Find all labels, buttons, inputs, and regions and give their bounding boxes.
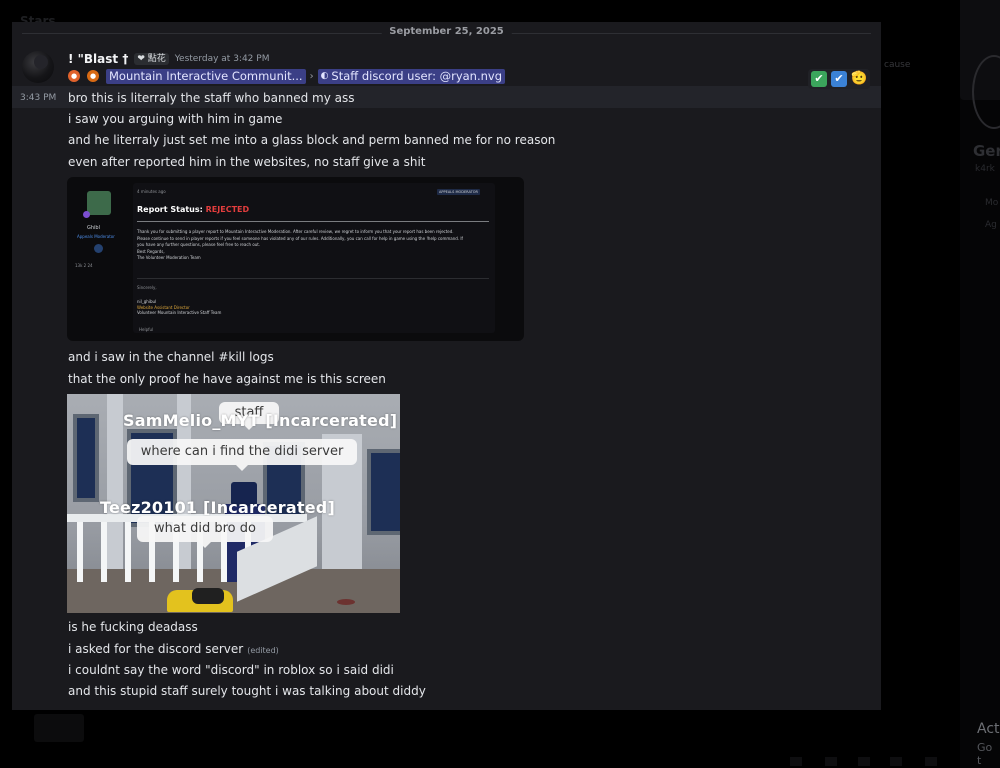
report-divider: [137, 221, 489, 222]
report-body-line: Thank you for submitting a player report…: [137, 229, 454, 234]
report-body-line: The Volunteer Moderation Team: [137, 255, 201, 260]
message-line: and he literraly just set me into a glas…: [68, 133, 556, 147]
status-dot: [83, 211, 90, 218]
character-hair: [192, 588, 224, 604]
author-clan-tag[interactable]: ❤ 點花: [134, 53, 169, 65]
player-nametag: Teez20101 [Incarcerated]: [100, 498, 335, 517]
message-line: i saw you arguing with him in game: [68, 112, 283, 126]
message-panel: September 25, 2025 ! "Blast † ❤ 點花 Yeste…: [12, 22, 881, 710]
report-author-stats: 13k 2 24: [75, 263, 93, 268]
edited-label: (edited): [247, 646, 279, 655]
background-profile-username: k4rk: [975, 164, 995, 174]
forwarded-reference[interactable]: ● ● Mountain Interactive Communit... › ◐…: [68, 68, 506, 84]
activate-windows-subtitle: Go t: [977, 741, 993, 767]
thread-icon: ◐: [320, 70, 329, 81]
message-line: that the only proof he have against me i…: [68, 372, 386, 386]
report-badge: APPEALS MODERATOR: [437, 189, 480, 195]
salute-emoji-icon[interactable]: 🫡: [851, 71, 867, 87]
report-card: 4 minutes ago APPEALS MODERATOR Report S…: [133, 183, 495, 333]
railing-post: [101, 522, 107, 582]
report-signature: nil_ghibul Website Assistant Director Vo…: [137, 299, 221, 316]
check-green-icon[interactable]: ✔: [811, 71, 827, 87]
railing-post: [125, 522, 131, 582]
check-blue-icon[interactable]: ✔: [831, 71, 847, 87]
message-line: is he fucking deadass: [68, 620, 198, 634]
report-time: 4 minutes ago: [137, 189, 166, 194]
author-avatar[interactable]: [22, 51, 54, 83]
report-body: Thank you for submitting a player report…: [137, 229, 491, 262]
channel-mention[interactable]: ◐ Staff discord user: @ryan.nvg: [317, 68, 506, 84]
message-line: bro this is literraly the staff who bann…: [68, 91, 355, 105]
player-nametag: SamMelio_MYT [Incarcerated]: [123, 411, 398, 430]
server-icon: ●: [68, 70, 80, 82]
report-author-name: Ghibl: [87, 225, 100, 231]
background-profile-label: Mo: [985, 198, 999, 208]
cell-window: [73, 414, 99, 502]
blood-stain: [337, 599, 355, 605]
background-input-box: [34, 714, 84, 742]
message-line-edited: i asked for the discord server (edited): [68, 642, 279, 658]
report-title-prefix: Report Status:: [137, 205, 206, 214]
background-toolbar-icon: [890, 757, 902, 766]
report-helpful: Helpful: [139, 327, 154, 332]
cell-window: [367, 449, 400, 535]
wall-pillar: [107, 394, 123, 584]
railing-post: [77, 522, 83, 582]
background-toolbar-icon: [790, 757, 802, 766]
chevron-right-icon: ›: [309, 70, 314, 82]
activate-windows-title: Act: [977, 721, 1000, 737]
pumpkin-icon: ●: [87, 70, 99, 82]
date-divider-label: September 25, 2025: [381, 26, 512, 37]
date-divider: September 25, 2025: [12, 26, 881, 40]
game-screenshot-attachment[interactable]: staff SamMelio_MYT [Incarcerated] where …: [67, 394, 400, 613]
message-timestamp[interactable]: Yesterday at 3:42 PM: [175, 54, 270, 64]
report-screenshot-attachment[interactable]: Ghibl Appeals Moderator 13k 2 24 4 minut…: [67, 177, 524, 341]
report-status-rejected: REJECTED: [205, 205, 250, 214]
message-line-text: i asked for the discord server: [68, 642, 244, 656]
message-header: ! "Blast † ❤ 點花 Yesterday at 3:42 PM: [68, 51, 269, 67]
channel-mention-label: Staff discord user: @ryan.nvg: [331, 68, 503, 83]
chat-bubble: what did bro do: [137, 516, 273, 548]
message-line: and i saw in the channel #kill logs: [68, 350, 274, 364]
report-sincerely: Sincerely,: [137, 285, 157, 290]
report-author-sidebar: Ghibl Appeals Moderator 13k 2 24: [75, 187, 125, 332]
background-profile-label-2: Ag: [985, 220, 997, 230]
background-toolbar-icon: [858, 757, 870, 766]
reaction-toolbar: ✔ ✔ 🫡: [808, 69, 870, 89]
chat-bubble: where can i find the didi server: [127, 439, 357, 471]
hover-timestamp: 3:43 PM: [20, 93, 57, 103]
report-title: Report Status: REJECTED: [137, 205, 249, 214]
background-profile-name: Ger: [973, 142, 1000, 160]
message-line: and this stupid staff surely tought i wa…: [68, 684, 426, 698]
message-line: even after reported him in the websites,…: [68, 155, 426, 169]
report-divider-2: [137, 278, 489, 279]
message-line: i couldnt say the word "discord" in robl…: [68, 663, 394, 677]
server-mention[interactable]: Mountain Interactive Communit...: [106, 68, 306, 84]
background-toolbar-icon: [925, 757, 937, 766]
report-author-avatar: [87, 191, 111, 215]
signature-team: Volunteer Mountain Interactive Staff Tea…: [137, 310, 222, 315]
background-side-text: cause: [884, 60, 911, 70]
report-author-role: Appeals Moderator: [77, 234, 115, 239]
background-toolbar-icon: [825, 757, 837, 766]
shield-badge-icon: [94, 244, 103, 253]
author-name[interactable]: ! "Blast †: [68, 52, 128, 66]
